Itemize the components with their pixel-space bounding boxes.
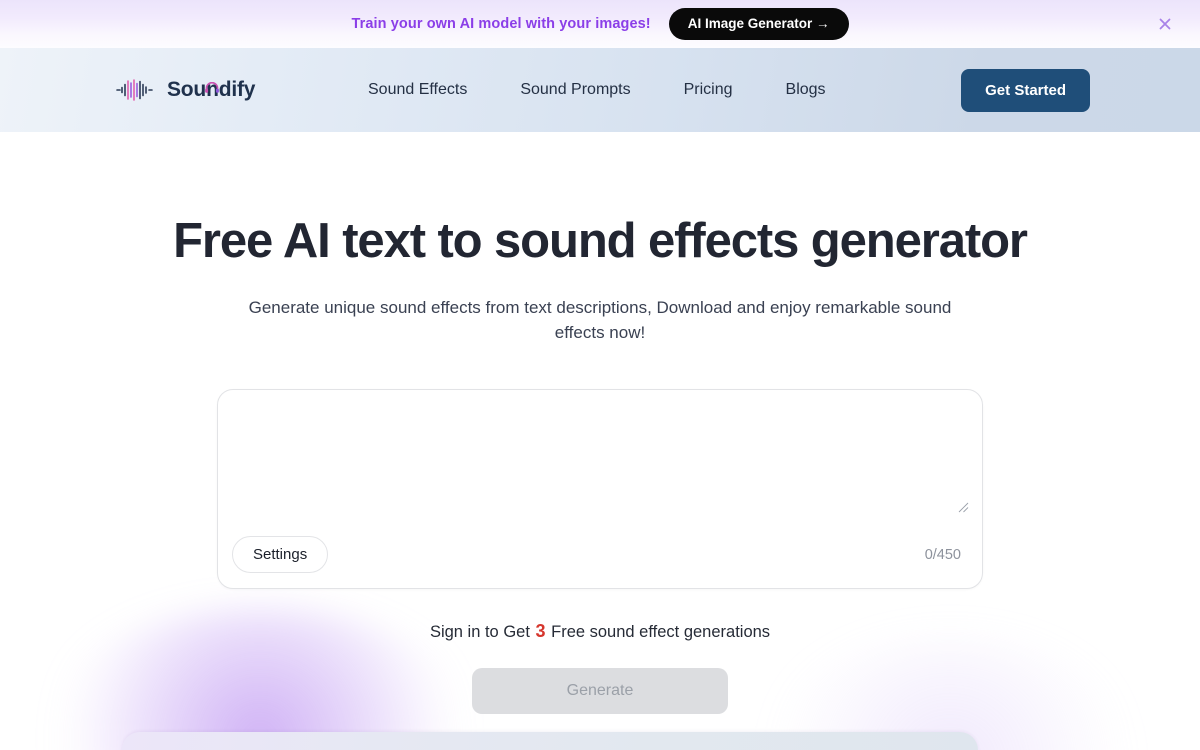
prompt-box: Settings 0/450 — [217, 388, 983, 589]
generate-area: Generate — [0, 667, 1200, 714]
brand-name-n: n — [205, 78, 220, 102]
ai-image-generator-button[interactable]: AI Image Generator → — [668, 8, 849, 40]
free-generation-count: 3 — [535, 620, 546, 641]
prompt-input[interactable] — [219, 390, 983, 518]
get-started-button[interactable]: Get Started — [961, 68, 1090, 112]
brand-name: Soun dify — [167, 78, 255, 102]
prompt-area: Settings 0/450 — [217, 388, 983, 589]
brand-name-n-letter: n — [206, 78, 219, 101]
hero-section: Free AI text to sound effects generator … — [0, 132, 1200, 714]
settings-button[interactable]: Settings — [232, 536, 329, 574]
signin-prompt: Sign in to Get 3 Free sound effect gener… — [0, 621, 1200, 642]
nav-item-sound-prompts[interactable]: Sound Prompts — [520, 75, 630, 105]
promo-banner-text: Train your own AI model with your images… — [351, 16, 651, 32]
brand-logo[interactable]: Soun dify — [116, 78, 255, 102]
prompt-footer: Settings 0/450 — [218, 522, 982, 588]
waveform-icon — [116, 78, 156, 102]
nav-item-blogs[interactable]: Blogs — [786, 75, 826, 105]
close-icon[interactable] — [1154, 13, 1176, 35]
nav-item-pricing[interactable]: Pricing — [684, 75, 733, 105]
site-header: Soun dify Sound Effects Sound Prompts Pr… — [0, 48, 1200, 132]
below-fold-card — [122, 732, 978, 750]
generate-button[interactable]: Generate — [472, 667, 728, 714]
brand-name-part-2: dify — [218, 78, 256, 101]
signin-prefix: Sign in to Get — [429, 622, 530, 641]
hero-subtitle: Generate unique sound effects from text … — [248, 297, 952, 343]
signin-suffix: Free sound effect generations — [551, 622, 771, 641]
page-root: Train your own AI model with your images… — [0, 0, 1200, 750]
nav-item-sound-effects[interactable]: Sound Effects — [368, 75, 467, 105]
page-title: Free AI text to sound effects generator — [173, 214, 1028, 268]
promo-banner: Train your own AI model with your images… — [0, 0, 1200, 48]
main-nav: Sound Effects Sound Prompts Pricing Blog… — [368, 75, 826, 105]
brand-name-part-1: Sou — [167, 78, 207, 101]
character-counter: 0/450 — [924, 546, 961, 563]
